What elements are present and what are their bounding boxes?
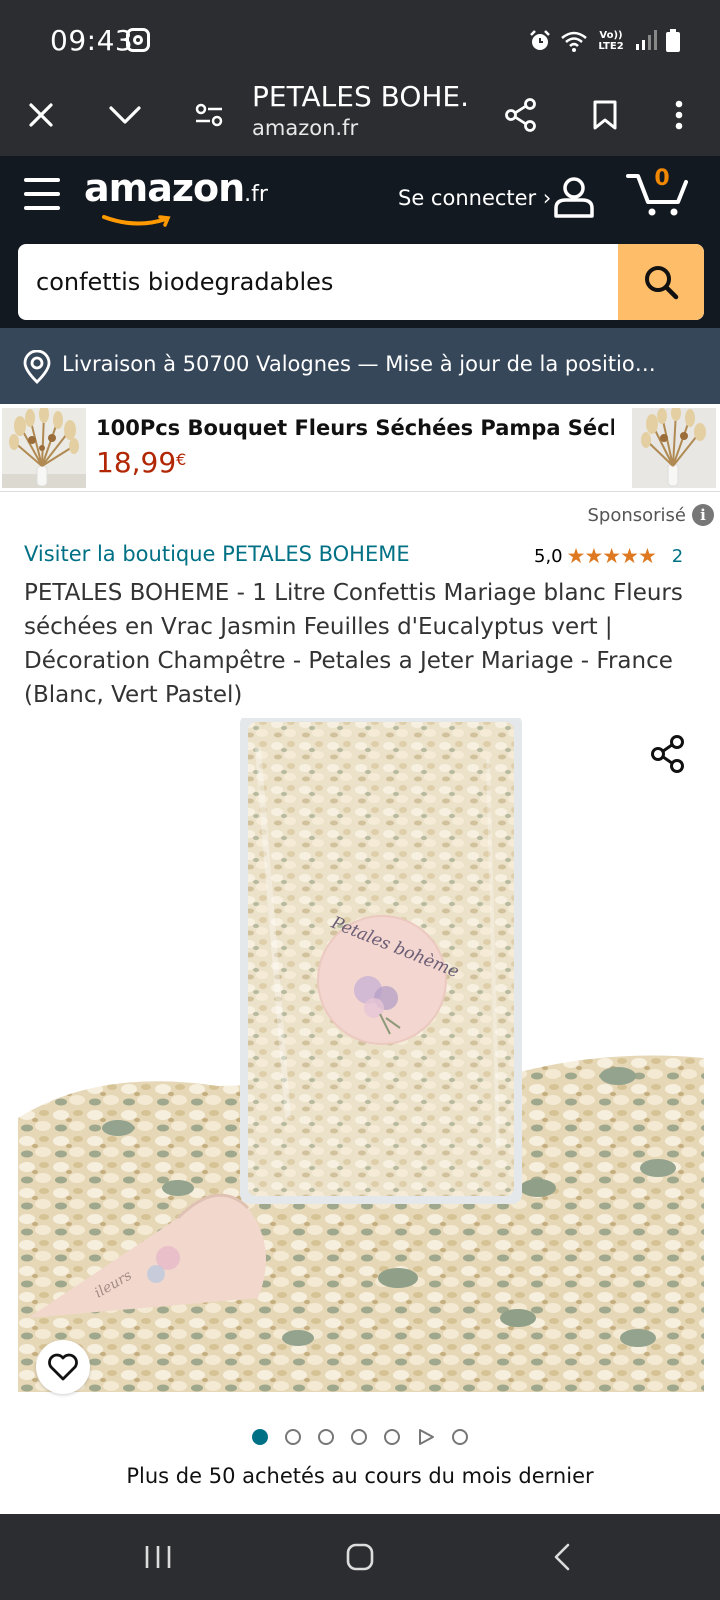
video-play-icon[interactable] (417, 1428, 435, 1446)
share-icon (505, 98, 536, 132)
sponsored-label[interactable]: Sponsorisé i (587, 504, 714, 526)
rating[interactable]: 5,0 ★★★★★ 2 (534, 544, 683, 568)
banner-price: 18,99€ (96, 446, 186, 479)
browser-toolbar: PETALES BOHE... amazon.fr (0, 80, 720, 156)
bookmark-button[interactable] (580, 90, 630, 140)
alarm-icon (530, 30, 550, 50)
carousel-dot[interactable] (252, 1429, 268, 1445)
confetti-bag-image: Petales bohème ileurs (18, 718, 704, 1392)
banner-price-currency: € (176, 450, 187, 469)
recent-apps-icon (145, 1546, 171, 1568)
chevron-down-icon (109, 106, 141, 124)
bookmark-icon (593, 100, 617, 130)
status-bar: 09:43 Vo)) LTE2 (0, 0, 720, 80)
banner-thumbnail-left (2, 408, 86, 488)
store-link[interactable]: Visiter la boutique PETALES BOHEME (24, 542, 410, 566)
home-icon (346, 1543, 374, 1571)
cart-button[interactable]: 0 (626, 166, 690, 223)
logo-text: amazon (84, 166, 245, 210)
back-button[interactable] (532, 1534, 592, 1580)
search-bar (18, 244, 704, 320)
minimize-button[interactable] (100, 90, 150, 140)
star-rating-icon: ★★★★★ (566, 544, 657, 568)
back-icon (554, 1543, 570, 1571)
image-carousel-indicator (252, 1428, 468, 1446)
signal-icon (636, 30, 657, 50)
share-page-button[interactable] (496, 90, 546, 140)
amazon-smile-icon (102, 215, 171, 227)
carousel-dot[interactable] (384, 1429, 400, 1445)
dried-flowers-image (632, 408, 716, 488)
page-domain: amazon.fr (252, 116, 359, 140)
banner-product-title: 100Pcs Bouquet Fleurs Séchées Pampa Séch… (96, 416, 614, 440)
sponsored-text: Sponsorisé (587, 504, 686, 526)
search-input[interactable] (18, 244, 618, 320)
signin-link[interactable]: Se connecter › (398, 186, 551, 210)
purchase-count-text: Plus de 50 achetés au cours du mois dern… (126, 1464, 594, 1488)
cart-count: 0 (654, 166, 670, 191)
delivery-text: Livraison à 50700 Valognes — Mise à jour… (62, 352, 656, 376)
carousel-dot[interactable] (285, 1429, 301, 1445)
amazon-header: amazon.fr Se connecter › 0 (0, 156, 720, 328)
wishlist-button[interactable] (36, 1340, 90, 1394)
status-icons: Vo)) LTE2 (528, 26, 680, 56)
sponsored-banner[interactable]: 100Pcs Bouquet Fleurs Séchées Pampa Séch… (0, 404, 720, 492)
dried-flowers-image (2, 408, 86, 488)
logo-tld: .fr (244, 182, 268, 207)
rating-value: 5,0 (534, 545, 563, 567)
heart-icon (48, 1353, 78, 1381)
wifi-icon (561, 31, 587, 52)
carousel-dot[interactable] (452, 1429, 468, 1445)
recent-apps-button[interactable] (128, 1534, 188, 1580)
network-label: Vo)) LTE2 (598, 30, 624, 52)
system-navigation-bar (0, 1514, 720, 1600)
site-settings-button[interactable] (184, 90, 234, 140)
share-icon[interactable] (650, 734, 686, 774)
instagram-notification-icon (126, 28, 150, 52)
page-title: PETALES BOHE... (252, 80, 472, 113)
product-image[interactable]: Petales bohème ileurs (18, 718, 704, 1392)
menu-button[interactable] (24, 176, 60, 212)
user-icon[interactable] (552, 176, 596, 218)
home-button[interactable] (330, 1534, 390, 1580)
tune-icon (195, 103, 223, 127)
banner-thumbnail-right (632, 408, 716, 488)
banner-price-amount: 18,99 (96, 446, 177, 479)
rating-count: 2 (671, 545, 684, 567)
location-pin-icon (23, 350, 51, 384)
info-icon: i (692, 504, 714, 526)
search-icon (645, 266, 679, 300)
close-icon (29, 103, 53, 127)
status-time: 09:43 (50, 24, 134, 57)
carousel-dot[interactable] (318, 1429, 334, 1445)
delivery-location-bar[interactable]: Livraison à 50700 Valognes — Mise à jour… (0, 328, 720, 404)
product-title: PETALES BOHEME - 1 Litre Confettis Maria… (24, 580, 683, 708)
battery-icon (666, 29, 680, 52)
more-options-button[interactable] (654, 90, 704, 140)
carousel-dot[interactable] (351, 1429, 367, 1445)
close-tab-button[interactable] (16, 90, 66, 140)
more-vert-icon (675, 100, 683, 130)
menu-icon (24, 178, 60, 182)
amazon-logo[interactable]: amazon.fr (84, 166, 268, 227)
search-button[interactable] (618, 244, 704, 320)
